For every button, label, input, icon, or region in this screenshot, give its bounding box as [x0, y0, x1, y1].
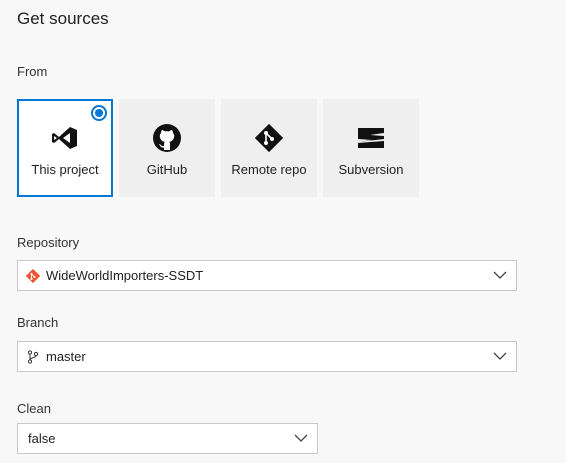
git-icon [252, 123, 286, 153]
source-tile-label: GitHub [146, 162, 188, 177]
repository-value: WideWorldImporters-SSDT [46, 268, 204, 283]
clean-value: false [28, 431, 56, 446]
source-tile-label: Remote repo [231, 162, 307, 177]
from-label: From [17, 64, 48, 79]
chevron-down-icon [493, 271, 507, 279]
chevron-down-icon [493, 352, 507, 360]
branch-label: Branch [17, 315, 59, 330]
repository-select[interactable]: WideWorldImporters-SSDT [17, 260, 517, 291]
source-tile-this-project[interactable]: This project [17, 99, 113, 197]
git-repo-icon [26, 268, 40, 283]
branch-icon [26, 349, 40, 364]
source-tile-label: This project [31, 162, 99, 177]
source-tile-remote-repo[interactable]: Remote repo [221, 99, 317, 197]
source-tile-github[interactable]: GitHub [119, 99, 215, 197]
selected-radio-icon [91, 105, 107, 121]
page-title: Get sources [17, 9, 109, 28]
chevron-down-icon [294, 434, 308, 442]
branch-value: master [46, 349, 86, 364]
source-tiles: This project GitHub Remote repo Subversi… [17, 99, 419, 197]
visual-studio-icon [48, 123, 82, 153]
source-tile-label: Subversion [338, 162, 404, 177]
repository-label: Repository [17, 235, 80, 250]
source-tile-subversion[interactable]: Subversion [323, 99, 419, 197]
clean-select[interactable]: false [17, 423, 318, 454]
github-icon [150, 123, 184, 153]
clean-label: Clean [17, 401, 51, 416]
branch-select[interactable]: master [17, 341, 517, 372]
subversion-icon [354, 123, 388, 153]
